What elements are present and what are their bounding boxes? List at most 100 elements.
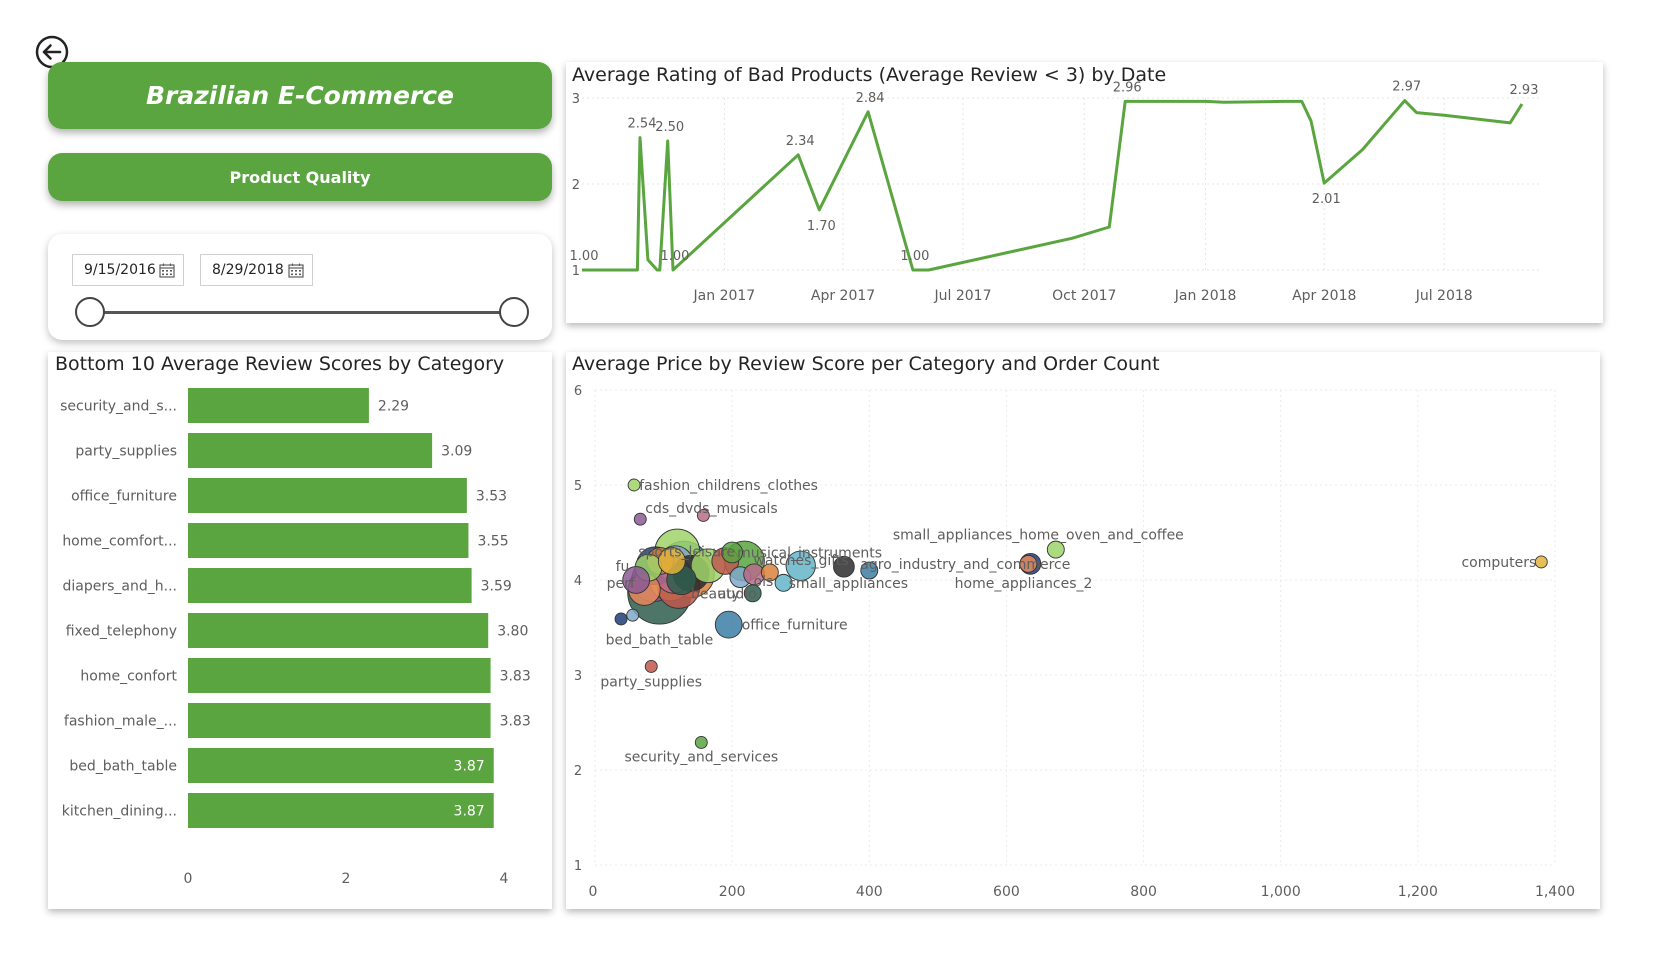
scatter-point-label: fashion_childrens_clothes — [639, 478, 818, 494]
scatter-point-label: computers — [1461, 555, 1536, 571]
scatter-point — [694, 736, 708, 749]
scatter-point — [644, 660, 658, 673]
line-x-tick: Jul 2018 — [1415, 288, 1473, 304]
bar-value-label: 3.87 — [454, 804, 485, 820]
scatter-point-label: party_supplies — [600, 674, 702, 690]
scatter-x-tick: 600 — [993, 884, 1020, 900]
scatter-point-label: cds_dvds_musicals — [645, 501, 777, 517]
scatter-y-tick: 5 — [574, 479, 582, 494]
scatter-y-tick: 4 — [574, 574, 582, 589]
bar-value-label: 3.80 — [497, 624, 528, 640]
scatter-point-label: ols — [754, 574, 774, 590]
scatter-point-label: office_furniture — [742, 618, 848, 634]
line-y-tick: 2 — [572, 178, 580, 193]
scatter-x-tick: 800 — [1130, 884, 1157, 900]
bar-value-label: 2.29 — [378, 399, 409, 415]
line-data-label: 2.97 — [1392, 80, 1421, 95]
scatter-point — [1534, 555, 1548, 569]
bar — [188, 388, 369, 423]
line-data-label: 1.00 — [570, 249, 599, 264]
bar — [188, 748, 494, 783]
line-x-tick: Jul 2017 — [934, 288, 992, 304]
bar — [188, 568, 472, 603]
bar-category-label: kitchen_dining... — [62, 804, 177, 820]
bar-value-label: 3.83 — [500, 669, 531, 685]
bar-category-label: security_and_s... — [60, 399, 177, 415]
bar-category-label: party_supplies — [75, 444, 177, 460]
bar — [188, 658, 491, 693]
scatter-x-tick: 1,400 — [1535, 884, 1575, 900]
line-data-label: 1.00 — [900, 249, 929, 264]
bar-value-label: 3.53 — [476, 489, 507, 505]
line-y-tick: 3 — [572, 92, 580, 107]
bar — [188, 433, 433, 468]
end-date-input[interactable]: 8/29/2018 — [200, 254, 313, 286]
date-range-slicer: 9/15/2016 8/29/2018 — [48, 234, 552, 340]
scatter-point — [626, 608, 640, 622]
line-data-label: 1.70 — [807, 219, 836, 234]
product-quality-label: Product Quality — [229, 167, 371, 187]
line-x-tick: Apr 2018 — [1292, 288, 1356, 304]
scatter-x-tick: 1,000 — [1261, 884, 1301, 900]
bar-x-tick: 0 — [184, 871, 193, 887]
scatter-x-tick: 400 — [856, 884, 883, 900]
bar-chart: security_and_s... 2.29 party_supplies 3.09 o… — [60, 388, 531, 887]
scatter-point-label: security_and_services — [624, 749, 778, 765]
scatter-x-tick: 1,200 — [1398, 884, 1438, 900]
bar-value-label: 3.55 — [477, 534, 508, 550]
scatter-point — [714, 610, 743, 639]
scatter-y-tick: 1 — [574, 859, 582, 874]
line-data-label: 2.34 — [786, 134, 815, 149]
scatter-point-label: home_appliances_2 — [955, 576, 1093, 592]
slider-end-handle[interactable] — [499, 297, 529, 327]
start-date-value: 9/15/2016 — [84, 262, 156, 278]
line-data-label: 2.93 — [1510, 83, 1539, 98]
calendar-icon[interactable] — [159, 263, 175, 278]
bar-value-label: 3.87 — [454, 759, 485, 775]
scatter-point-label: small_appliances_home_oven_and_coffee — [893, 528, 1184, 544]
bar-value-label: 3.59 — [481, 579, 512, 595]
line-data-label: 1.00 — [660, 249, 689, 264]
scatter-point-label: agro_industry_and_commerce — [860, 557, 1070, 573]
dashboard-title: Brazilian E-Commerce — [145, 81, 455, 110]
line-series — [582, 99, 1524, 272]
bar-category-label: bed_bath_table — [69, 759, 177, 775]
bar-category-label: office_furniture — [71, 489, 177, 505]
line-x-tick: Jan 2018 — [1174, 288, 1237, 304]
line-chart-panel: Average Rating of Bad Products (Average … — [566, 62, 1603, 323]
line-data-label: 2.84 — [856, 91, 885, 106]
line-chart: 1 2 3 Jan 2017 Apr 2017 Jul 2017 Oct 2017 Jan 2… — [570, 80, 1542, 304]
scatter-point-label: audio — [718, 586, 757, 602]
line-x-tick: Jan 2017 — [693, 288, 756, 304]
title-banner: Brazilian E-Commerce — [48, 62, 552, 129]
bar-value-label: 3.83 — [500, 714, 531, 730]
scatter-point-label: sports_leisure — [638, 545, 735, 561]
scatter-chart: 0 200 400 600 800 1,000 1,200 1,400 1 2 3 4 5 6 fashio… — [574, 384, 1575, 900]
bar — [188, 613, 489, 648]
line-data-label: 2.96 — [1113, 80, 1142, 95]
scatter-point — [1046, 540, 1065, 559]
bar-x-tick: 2 — [342, 871, 351, 887]
calendar-icon[interactable] — [288, 263, 304, 278]
scatter-point — [614, 612, 628, 626]
line-x-tick: Oct 2017 — [1052, 288, 1116, 304]
bar — [188, 703, 491, 738]
bar — [188, 523, 469, 558]
line-data-label: 2.54 — [628, 117, 657, 132]
bar-category-label: fashion_male_... — [64, 714, 177, 730]
slider-start-handle[interactable] — [75, 297, 105, 327]
end-date-value: 8/29/2018 — [212, 262, 284, 278]
scatter-point-label: fu — [616, 559, 630, 575]
bar-category-label: fixed_telephony — [66, 624, 177, 640]
scatter-y-tick: 3 — [574, 669, 582, 684]
scatter-y-tick: 2 — [574, 764, 582, 779]
scatter-point-label: small_appliances — [789, 576, 908, 592]
line-data-label: 2.01 — [1312, 192, 1341, 207]
product-quality-button[interactable]: Product Quality — [48, 153, 552, 201]
bar — [188, 478, 467, 513]
slider-track[interactable] — [90, 311, 514, 314]
line-data-label: 2.50 — [655, 120, 684, 135]
start-date-input[interactable]: 9/15/2016 — [72, 254, 184, 286]
bar-category-label: home_comfort... — [62, 534, 177, 550]
bar — [188, 793, 494, 828]
